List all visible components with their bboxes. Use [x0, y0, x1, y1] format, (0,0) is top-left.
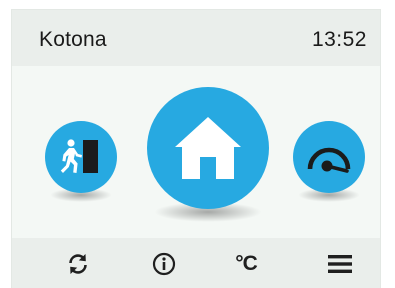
hamburger-menu-icon — [328, 255, 352, 273]
boost-mode-button[interactable] — [293, 121, 365, 193]
menu-button[interactable] — [322, 248, 358, 280]
away-mode-button[interactable] — [45, 121, 117, 193]
status-header: Kotona 13:52 — [12, 10, 380, 66]
temperature-unit-label: °C — [235, 252, 258, 275]
device-screen: Kotona 13:52 °C — [12, 10, 380, 288]
away-exit-icon — [60, 139, 98, 173]
info-icon — [152, 252, 176, 276]
clock-time: 13:52 — [311, 28, 367, 51]
speed-gauge-icon — [307, 147, 351, 173]
sync-button[interactable] — [60, 248, 96, 280]
home-mode-button[interactable] — [147, 87, 269, 209]
refresh-icon — [69, 254, 87, 274]
location-name: Kotona — [39, 28, 107, 51]
mode-selector — [12, 66, 380, 238]
bottom-toolbar: °C — [12, 238, 380, 288]
temperature-button[interactable]: °C — [228, 248, 264, 280]
info-button[interactable] — [146, 248, 182, 280]
house-icon — [175, 117, 241, 179]
